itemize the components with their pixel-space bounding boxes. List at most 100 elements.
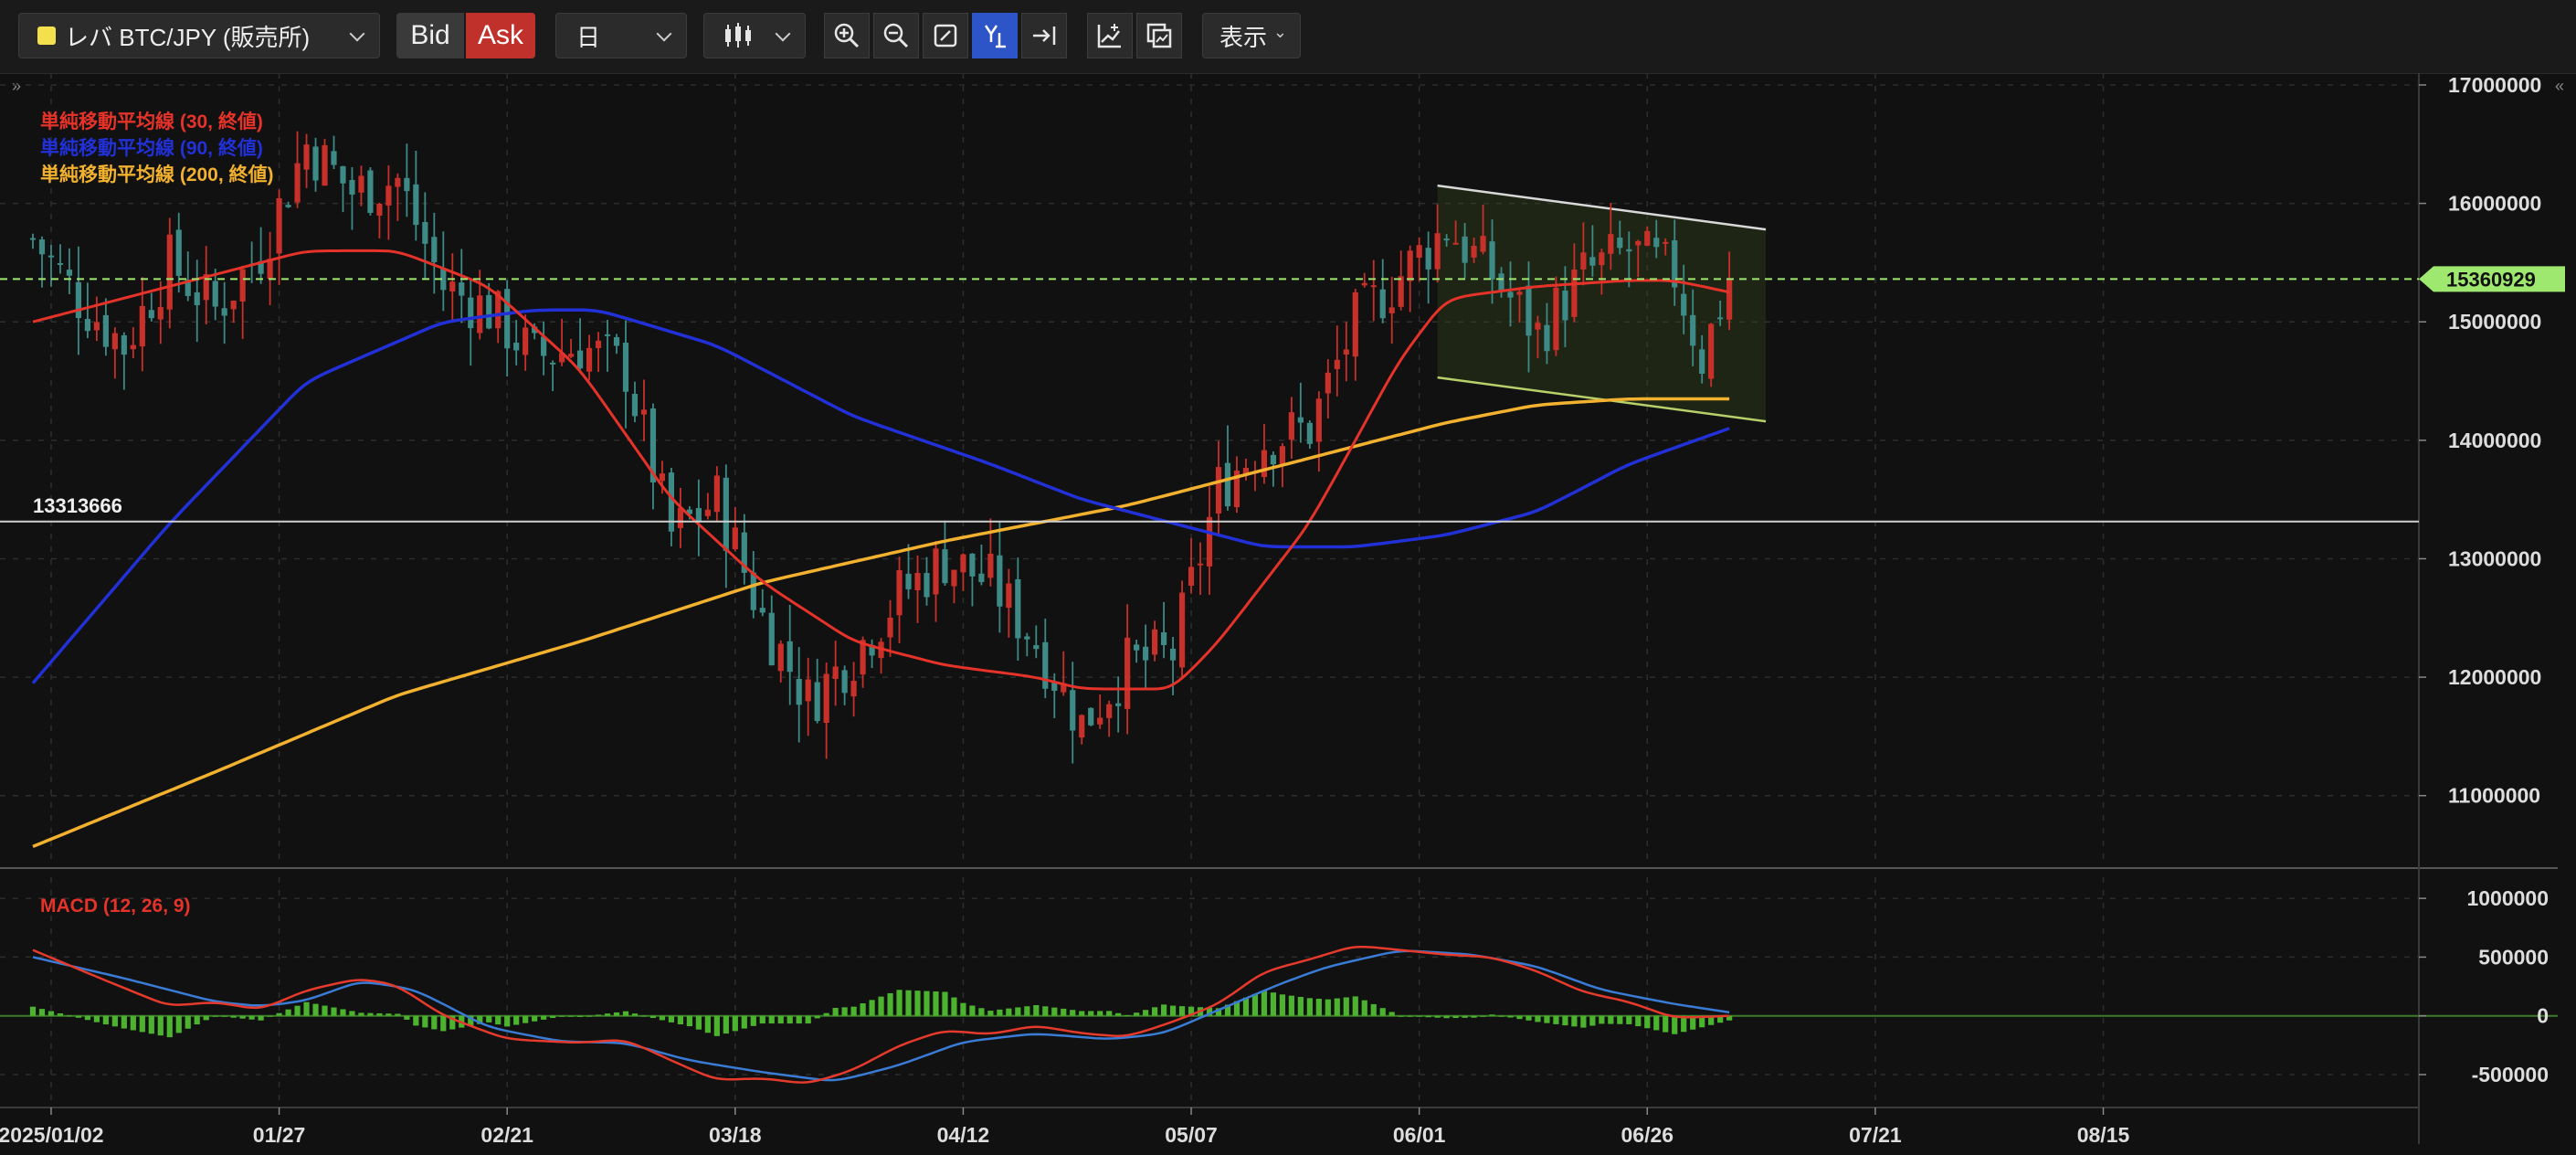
macd-label[interactable]: MACD (12, 26, 9) (40, 895, 191, 917)
candle-body (576, 350, 584, 369)
candle-body (723, 477, 729, 551)
macd-histogram-bar (1516, 1015, 1523, 1020)
candle-body (477, 295, 483, 334)
toolbar: レバ BTC/JPY (販売所) Bid Ask 日 表示 ⌄ (0, 0, 2576, 74)
candle-body (1370, 285, 1377, 288)
macd-histogram-bar (695, 1015, 702, 1030)
macd-histogram-bar (677, 1015, 684, 1024)
chart-type-select[interactable] (703, 13, 806, 58)
macd-histogram-bar (367, 1012, 374, 1016)
macd-histogram-bar (759, 1015, 765, 1024)
macd-histogram-bar (1370, 1003, 1377, 1016)
macd-histogram-bar (523, 1015, 529, 1023)
macd-histogram-bar (567, 1015, 575, 1017)
candle-body (1270, 454, 1277, 465)
candle-body (111, 333, 118, 350)
candle-body (29, 238, 37, 240)
macd-histogram-bar (93, 1015, 100, 1023)
macd-histogram-bar (1452, 1015, 1459, 1019)
macd-histogram-bar (878, 996, 884, 1016)
macd-histogram-bar (1088, 1011, 1094, 1016)
candle-body (504, 289, 511, 349)
candle-body (550, 362, 556, 365)
macd-histogram-bar (1388, 1012, 1395, 1016)
compare-button[interactable] (1136, 13, 1182, 58)
macd-histogram-bar (1416, 1015, 1422, 1017)
macd-histogram-bar (777, 1015, 784, 1024)
macd-histogram-bar (1407, 1015, 1413, 1017)
macd-histogram-bar (349, 1011, 355, 1016)
candle-body (413, 184, 419, 226)
macd-histogram-bar (376, 1012, 383, 1016)
fit-screen-button[interactable] (923, 13, 968, 58)
timeframe-select[interactable]: 日 (555, 13, 687, 58)
macd-histogram-bar (768, 1015, 775, 1024)
macd-histogram-bar (1352, 996, 1358, 1016)
candle-body (1553, 287, 1559, 351)
candle-body (1407, 250, 1413, 281)
ask-button[interactable]: Ask (466, 13, 535, 58)
fit-screen-icon (934, 24, 957, 48)
price-channel[interactable] (1437, 184, 1767, 423)
candle-body (303, 144, 310, 170)
macd-histogram-bar (1599, 1015, 1605, 1024)
candle-body (942, 549, 948, 584)
macd-histogram-bar (814, 1015, 820, 1019)
bid-button[interactable]: Bid (396, 13, 464, 58)
candle-body (38, 239, 46, 255)
macd-histogram-bar (796, 1015, 802, 1024)
candle-body (997, 555, 1003, 607)
macd-histogram-bar (1471, 1015, 1477, 1018)
legend-entry[interactable]: 単純移動平均線 (90, 終値) (40, 137, 263, 159)
candle-body (1015, 578, 1021, 639)
time-tick-label: 04/12 (937, 1123, 990, 1147)
symbol-select[interactable]: レバ BTC/JPY (販売所) (18, 13, 380, 58)
macd-histogram-bar (1498, 1015, 1504, 1017)
candle-body (1115, 703, 1122, 706)
legend-entry[interactable]: 単純移動平均線 (200, 終値) (40, 164, 274, 185)
candle-body (75, 281, 82, 319)
macd-histogram-bar (604, 1013, 611, 1016)
chart-area[interactable]: 13313666 15360929 2025/01/02 01/27 02/21 03/… (0, 73, 2576, 1155)
macd-histogram-bar (622, 1011, 629, 1016)
macd-histogram-bar (1489, 1014, 1495, 1016)
candle-body (66, 270, 73, 276)
candle-body (1297, 417, 1304, 423)
macd-histogram-bar (66, 1015, 73, 1017)
candle-body (468, 297, 474, 329)
candle-body (567, 354, 575, 357)
scroll-to-latest-button[interactable] (1021, 13, 1067, 58)
macd-histogram-bar (48, 1011, 55, 1016)
y-axis-scale-button[interactable] (972, 13, 1018, 58)
macd-histogram-bar (139, 1015, 145, 1033)
macd-histogram-bar (1297, 996, 1304, 1016)
candle-body (486, 294, 492, 329)
macd-histogram-bar (1425, 1015, 1431, 1018)
candle-body (640, 409, 648, 415)
macd-histogram-bar (987, 1011, 994, 1016)
candle-body (1608, 234, 1614, 254)
macd-histogram-bar (1288, 995, 1294, 1016)
candle-body (1425, 248, 1431, 270)
macd-tick-label: 500000 (2478, 945, 2549, 969)
candle-body (1599, 252, 1605, 266)
sma200-line[interactable] (32, 397, 1730, 849)
candle-body (385, 185, 392, 206)
zoom-out-button[interactable] (873, 13, 919, 58)
add-indicator-button[interactable] (1087, 13, 1133, 58)
time-tick-label: 07/21 (1849, 1123, 1902, 1147)
macd-histogram-bar (1061, 1008, 1067, 1016)
candle-body (1261, 450, 1268, 478)
candle-body (713, 475, 720, 513)
macd-tick-label: 0 (2537, 1004, 2549, 1028)
price-tick-label: 13000000 (2448, 546, 2541, 570)
legend-entry[interactable]: 単純移動平均線 (30, 終値) (40, 111, 263, 132)
zoom-in-button[interactable] (824, 13, 870, 58)
macd-histogram-bar (951, 997, 957, 1016)
candle-body (1033, 645, 1040, 650)
macd-histogram-bar (121, 1015, 127, 1029)
macd-histogram-bar (1398, 1015, 1404, 1017)
display-menu[interactable]: 表示 ⌄ (1202, 13, 1301, 58)
candle-body (230, 301, 237, 310)
candle-body (924, 573, 930, 598)
